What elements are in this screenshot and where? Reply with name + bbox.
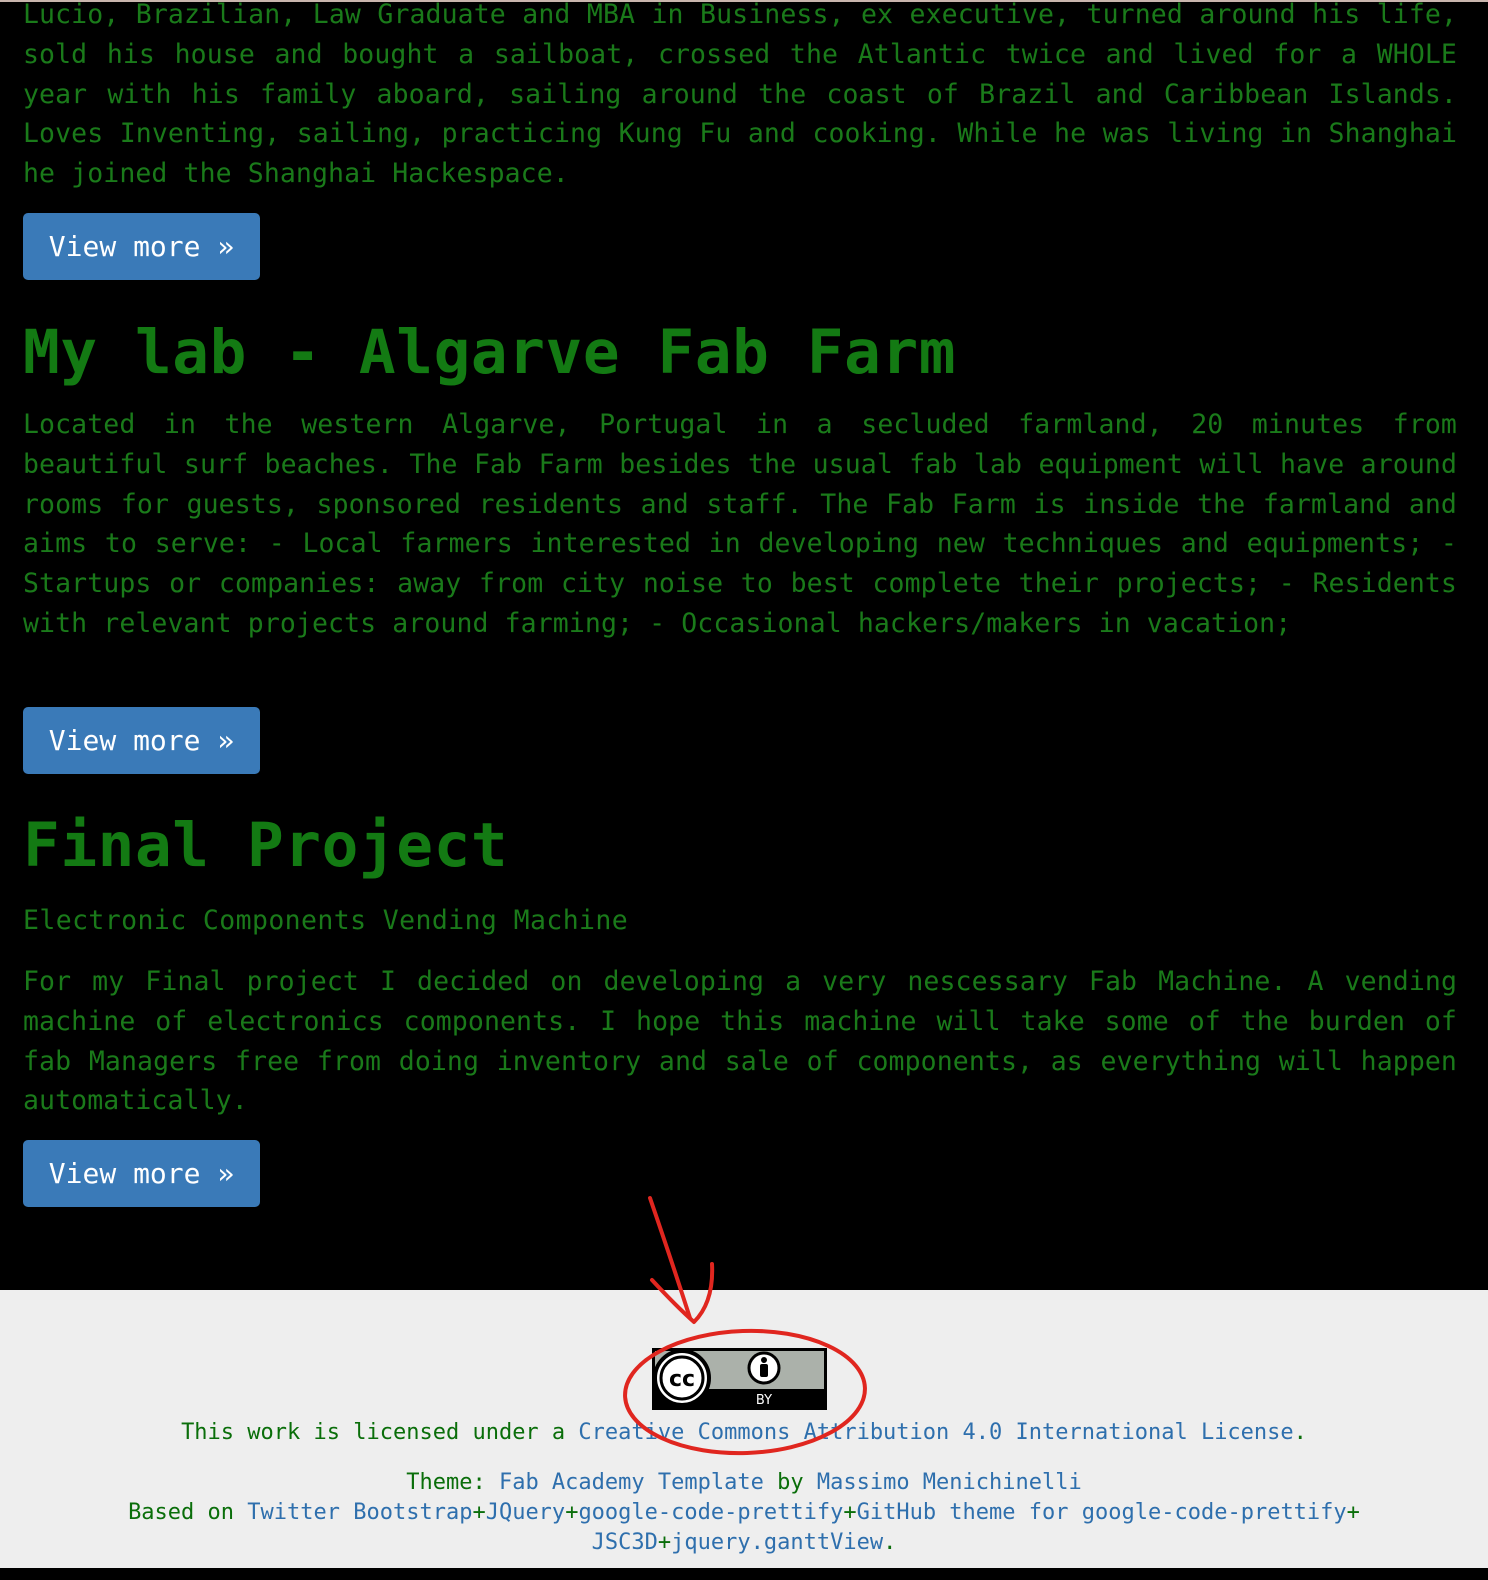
plus-separator: + xyxy=(843,1500,857,1525)
bootstrap-link[interactable]: Twitter Bootstrap xyxy=(247,1500,472,1525)
cc-label: cc xyxy=(669,1367,695,1392)
theme-link[interactable]: Fab Academy Template xyxy=(499,1470,764,1495)
license-link[interactable]: Creative Commons Attribution 4.0 Interna… xyxy=(578,1420,1293,1445)
theme-line: Theme: Fab Academy Template by Massimo M… xyxy=(0,1468,1488,1498)
based-suffix: . xyxy=(883,1530,897,1555)
bottom-strip xyxy=(0,1568,1488,1580)
lab-view-more-button[interactable]: View more » xyxy=(23,707,260,774)
lab-section: Located in the western Algarve, Portugal… xyxy=(23,405,1457,644)
final-project-view-more-button[interactable]: View more » xyxy=(23,1140,260,1207)
theme-author-link[interactable]: Massimo Menichinelli xyxy=(817,1470,1082,1495)
lab-text: Located in the western Algarve, Portugal… xyxy=(23,409,1457,639)
prettify-link[interactable]: google-code-prettify xyxy=(578,1500,843,1525)
creative-commons-by-badge[interactable]: cc BY xyxy=(652,1348,827,1410)
by-label: BY xyxy=(756,1393,772,1408)
plus-separator: + xyxy=(565,1500,579,1525)
based-on-line-2: JSC3D+jquery.ganttView. xyxy=(0,1528,1488,1558)
final-project-title: Final Project xyxy=(23,810,509,881)
license-suffix: . xyxy=(1293,1420,1307,1445)
license-line: This work is licensed under a Creative C… xyxy=(0,1418,1488,1448)
plus-separator: + xyxy=(657,1530,672,1555)
plus-separator: + xyxy=(1346,1500,1360,1525)
page-footer: cc BY This work is licensed under a Crea… xyxy=(0,1290,1488,1568)
plus-separator: + xyxy=(472,1500,486,1525)
bio-text: Lucio, Brazilian, Law Graduate and MBA i… xyxy=(23,0,1457,190)
final-project-text: For my Final project I decided on develo… xyxy=(23,966,1457,1117)
final-project-section: For my Final project I decided on develo… xyxy=(23,962,1457,1121)
github-theme-link[interactable]: GitHub theme for google-code-prettify xyxy=(857,1500,1347,1525)
theme-by: by xyxy=(763,1470,817,1495)
license-prefix: This work is licensed under a xyxy=(181,1420,579,1445)
final-project-subtitle-wrap: Electronic Components Vending Machine xyxy=(23,901,1457,941)
jquery-link[interactable]: JQuery xyxy=(486,1500,565,1525)
ganttview-link[interactable]: jquery.ganttView xyxy=(671,1530,883,1555)
creative-commons-by-icon: cc BY xyxy=(652,1348,827,1410)
jsc3d-link[interactable]: JSC3D xyxy=(592,1530,658,1555)
based-on-line-1: Based on Twitter Bootstrap+JQuery+google… xyxy=(0,1498,1488,1528)
theme-prefix: Theme: xyxy=(406,1470,499,1495)
bio-view-more-button[interactable]: View more » xyxy=(23,213,260,280)
based-prefix: Based on xyxy=(128,1500,248,1525)
lab-title: My lab - Algarve Fab Farm xyxy=(23,317,957,388)
final-project-subtitle: Electronic Components Vending Machine xyxy=(23,905,629,936)
bio-section: Lucio, Brazilian, Law Graduate and MBA i… xyxy=(23,0,1457,194)
